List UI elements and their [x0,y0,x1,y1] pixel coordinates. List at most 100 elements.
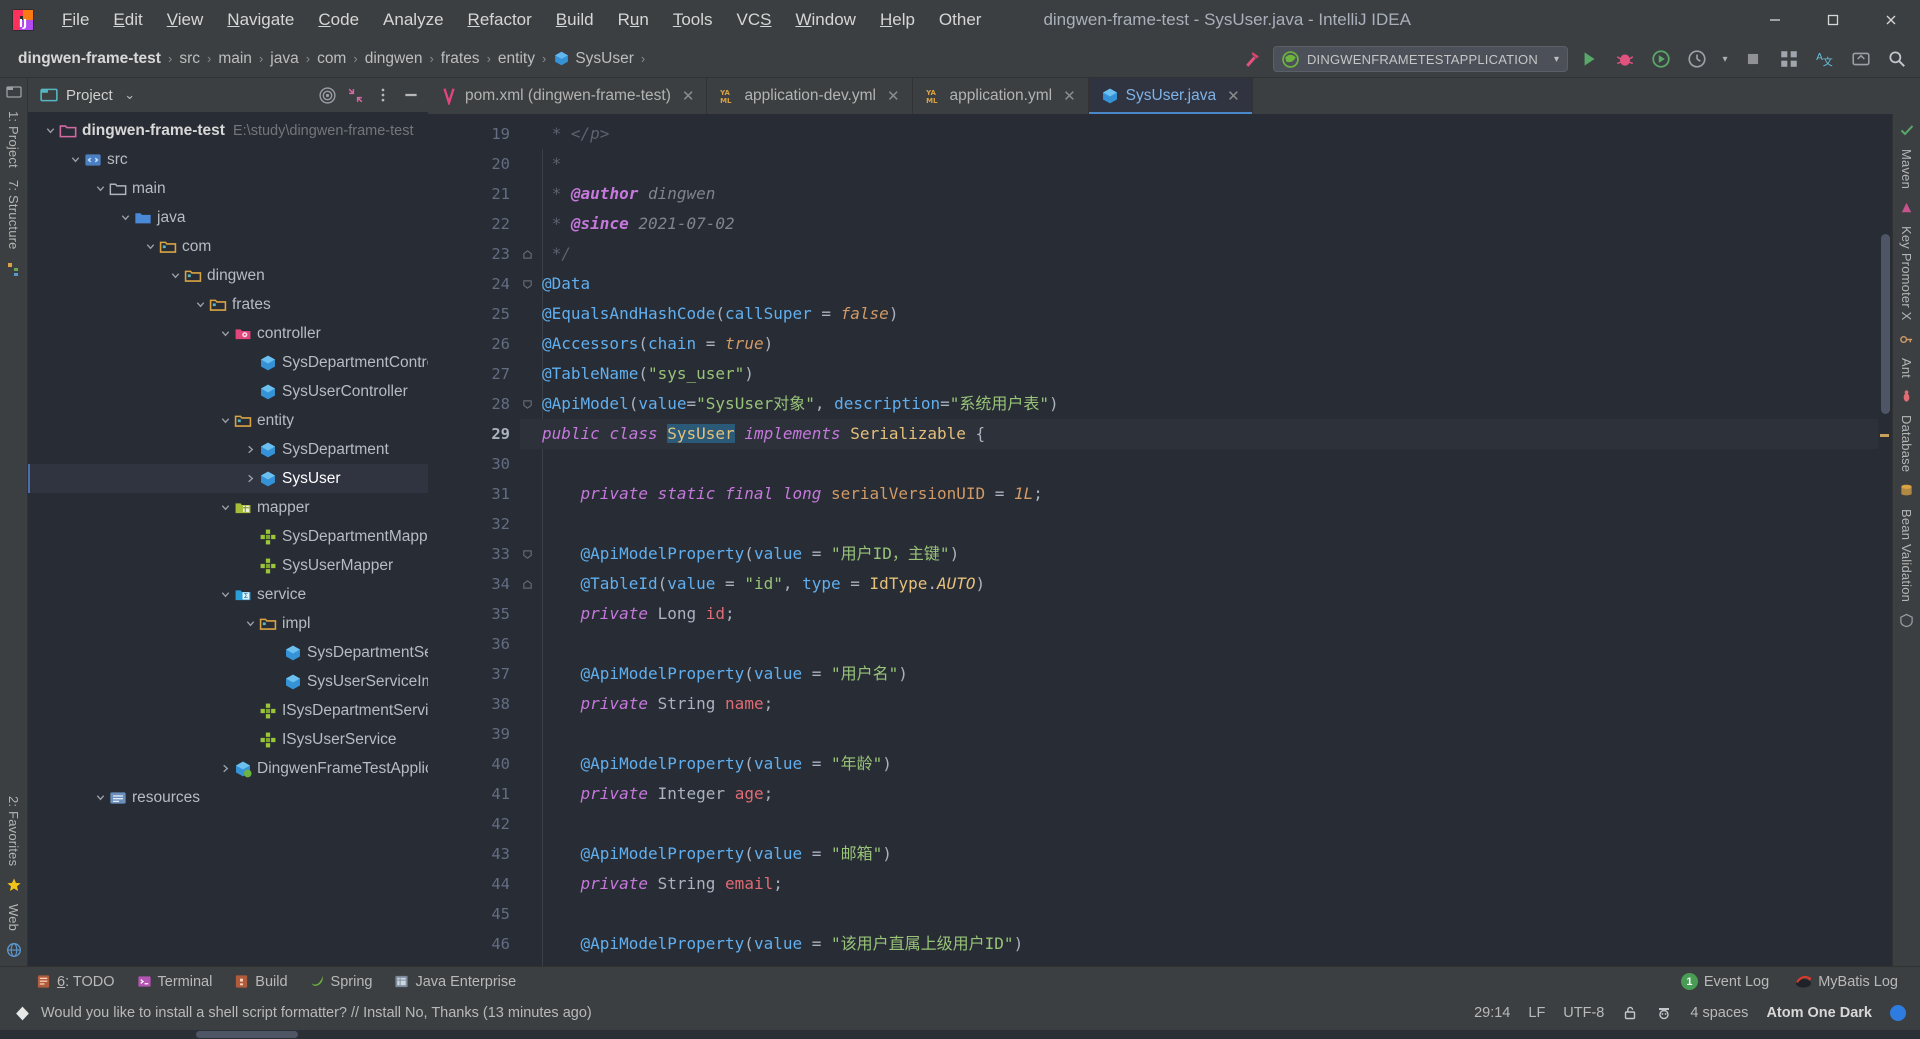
code-line[interactable]: @ApiModel(value="SysUser对象", description… [520,389,1878,419]
editor-tab-sysuser[interactable]: SysUser.java ✕ [1088,78,1253,114]
structure-tool-icon[interactable] [6,261,22,277]
tool-window-java-enterprise[interactable]: Java Enterprise [394,974,516,990]
code-line[interactable]: */ [520,239,1878,269]
tree-node-resources[interactable]: resources [28,783,428,812]
tree-node-sysusermapper[interactable]: SysUserMapper [28,551,428,580]
more-options-icon[interactable] [372,84,394,106]
tool-window-mybatis-log[interactable]: MyBatis Log [1795,974,1898,990]
tree-node-isysdepartmentservice[interactable]: ISysDepartmentService [28,696,428,725]
rail-label-web[interactable]: Web [6,898,21,937]
tree-node-src[interactable]: src [28,145,428,174]
tree-node-dingwen-frame-test[interactable]: dingwen-frame-test E:\study\dingwen-frame… [28,116,428,145]
code-line[interactable]: * </p> [520,119,1878,149]
translate-icon[interactable]: A文 [1810,44,1840,74]
run-configuration-selector[interactable]: DINGWENFRAMETESTAPPLICATION ▾ [1272,46,1568,72]
build-hammer-icon[interactable] [1237,44,1267,74]
rail-label-structure[interactable]: 7: Structure [6,174,21,256]
gutter-line-number[interactable]: 34 [428,569,532,599]
menu-tools[interactable]: Tools [661,7,725,33]
gutter-line-number[interactable]: 26 [428,329,520,359]
unlocked-icon[interactable] [1622,1005,1638,1021]
maximize-button[interactable] [1804,0,1862,40]
chevron-down-icon[interactable] [117,212,133,223]
inspection-profile-icon[interactable] [1656,1005,1672,1021]
gutter-line-number[interactable]: 44 [428,869,520,899]
caret-position[interactable]: 29:14 [1474,1005,1510,1021]
gutter-line-number[interactable]: 37 [428,659,520,689]
tree-node-com[interactable]: com [28,232,428,261]
menu-edit[interactable]: Edit [101,7,154,33]
collapse-all-icon[interactable] [344,84,366,106]
gutter-line-number[interactable]: 42 [428,809,520,839]
gutter-line-number[interactable]: 22 [428,209,520,239]
tree-node-sysusercontroller[interactable]: SysUserController [28,377,428,406]
chevron-down-icon[interactable] [217,415,233,426]
tree-node-sysdepartment[interactable]: SysDepartment [28,435,428,464]
menu-help[interactable]: Help [868,7,927,33]
tree-node-dingwenframetestapplication[interactable]: DingwenFrameTestApplication [28,754,428,783]
key-promoter-icon[interactable] [1899,332,1914,347]
gutter-line-number[interactable]: 35 [428,599,520,629]
chevron-down-icon[interactable] [217,328,233,339]
file-encoding[interactable]: UTF-8 [1563,1005,1604,1021]
code-line[interactable]: * @since 2021-07-02 [520,209,1878,239]
gutter-line-number[interactable]: 38 [428,689,520,719]
chevron-down-icon[interactable]: ▾ [1554,54,1559,65]
editor-tab-application[interactable]: YA ML application.yml ✕ [913,78,1089,114]
breadcrumb-item-6[interactable]: frates [441,50,480,68]
tool-window-event-log[interactable]: 1 Event Log [1680,973,1769,990]
menu-analyze[interactable]: Analyze [371,7,455,33]
tree-node-impl[interactable]: impl [28,609,428,638]
web-globe-icon[interactable] [6,942,22,958]
gutter-line-number[interactable]: 21 [428,179,520,209]
close-icon[interactable]: ✕ [887,87,900,105]
code-line[interactable] [520,449,1878,479]
menu-vcs[interactable]: VCS [725,7,784,33]
gutter-line-number[interactable]: 27 [428,359,520,389]
editor-tab-application-dev[interactable]: YA ML application-dev.yml ✕ [707,78,913,114]
tree-node-java[interactable]: java [28,203,428,232]
editor-gutter[interactable]: 19 20 21 22 23 24 25 26 27 28 29 30 31 32 33 34 35 36 37 38… [428,114,532,966]
menu-build[interactable]: Build [544,7,606,33]
debug-button[interactable] [1610,44,1640,74]
tool-window-terminal[interactable]: Terminal [137,974,212,990]
tool-window-spring[interactable]: Spring [310,974,372,990]
gutter-line-number[interactable]: 43 [428,839,520,869]
gutter-line-number[interactable]: 30 [428,449,520,479]
rail-label-key-promoter[interactable]: Key Promoter X [1899,220,1914,327]
bean-validation-icon[interactable] [1899,613,1914,628]
code-line[interactable] [520,509,1878,539]
code-line[interactable]: @TableId(value = "id", type = IdType.AUT… [520,569,1878,599]
breadcrumb-item-0[interactable]: dingwen-frame-test [18,50,161,68]
tree-node-service[interactable]: Σservice [28,580,428,609]
ide-update-icon[interactable] [1846,44,1876,74]
code-line[interactable]: * @author dingwen [520,179,1878,209]
chevron-right-icon[interactable] [242,444,258,455]
theme-name[interactable]: Atom One Dark [1766,1005,1872,1021]
chevron-down-icon[interactable] [92,792,108,803]
editor-scrollbar[interactable] [1878,114,1892,966]
project-tool-icon[interactable] [5,84,22,100]
code-line[interactable]: private String email; [520,869,1878,899]
gutter-line-number[interactable]: 23 [428,239,532,269]
code-line[interactable]: @ApiModelProperty(value = "邮箱") [520,839,1878,869]
gutter-line-number[interactable]: 29 [428,419,520,449]
maven-icon[interactable] [1899,200,1914,215]
breadcrumb-item-7[interactable]: entity [498,50,535,68]
code-line[interactable]: private String name; [520,689,1878,719]
hide-panel-icon[interactable] [400,84,422,106]
code-line[interactable]: @Data [520,269,1878,299]
code-line[interactable]: public class SysUser implements Serializ… [520,419,1878,449]
breadcrumb-item-8[interactable]: SysUser [575,50,634,68]
editor-tab-bar[interactable]: pom.xml (dingwen-frame-test) ✕ YA ML applica… [428,78,1920,114]
tree-node-sysdepartmentcontroller[interactable]: SysDepartmentController [28,348,428,377]
code-line[interactable]: @ApiModelProperty(value = "年龄") [520,749,1878,779]
layout-grid-icon[interactable] [1774,44,1804,74]
chevron-down-icon[interactable] [217,502,233,513]
tree-node-dingwen[interactable]: dingwen [28,261,428,290]
menu-window[interactable]: Window [783,7,867,33]
close-icon[interactable]: ✕ [1063,87,1076,105]
chevron-down-icon[interactable] [192,299,208,310]
breadcrumb-item-5[interactable]: dingwen [365,50,423,68]
gutter-line-number[interactable]: 32 [428,509,520,539]
